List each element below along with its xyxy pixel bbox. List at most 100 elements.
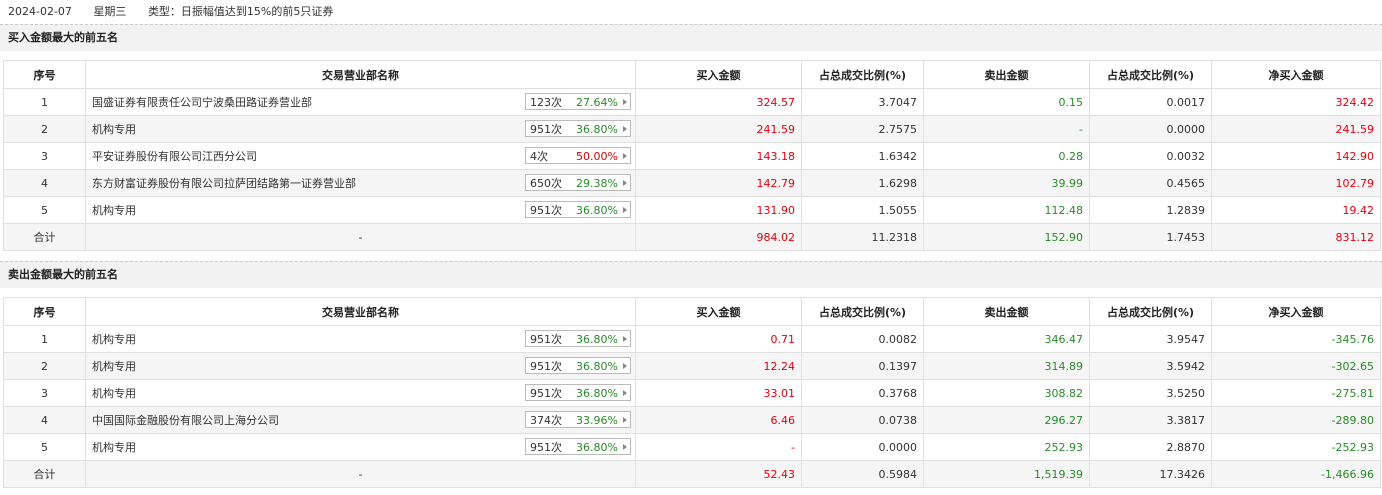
table-row: 4 东方财富证券股份有限公司拉萨团结路第一证券营业部 650次 29.38% 142.7… [3,169,1381,197]
sell-ratio: 3.3817 [1089,406,1212,434]
date-text: 2024-02-07 [8,5,72,18]
buy-amount: 33.01 [635,379,802,407]
sell-ratio: 2.8870 [1089,433,1212,461]
broker-name[interactable]: 机构专用 [92,121,136,137]
column-header-5: 占总成交比例(%) [1089,297,1212,326]
broker-name[interactable]: 机构专用 [92,202,136,218]
broker-stats-badge[interactable]: 951次 36.80% [525,384,631,401]
sell-amount: 296.27 [923,406,1090,434]
row-number: 1 [3,88,86,116]
broker-name[interactable]: 机构专用 [92,358,136,374]
buy-amount: 324.57 [635,88,802,116]
buy-amount: 143.18 [635,142,802,170]
table-row: 3 平安证券股份有限公司江西分公司 4次 50.00% 143.18 1.6342 0.28… [3,142,1381,170]
total-name: - [85,460,636,488]
broker-stats-badge[interactable]: 951次 36.80% [525,330,631,347]
buy-amount: - [635,433,802,461]
sell-amount: 39.99 [923,169,1090,197]
broker-name[interactable]: 国盛证券有限责任公司宁波桑田路证券营业部 [92,94,312,110]
broker-count: 951次 [530,204,562,217]
total-row: 合计 -984.02 11.2318 152.90 1.7453 831.12 [3,223,1381,251]
row-number: 4 [3,169,86,197]
broker-name[interactable]: 机构专用 [92,331,136,347]
broker-stats-badge[interactable]: 951次 36.80% [525,357,631,374]
buy-amount: 0.71 [635,325,802,353]
broker-win-rate: 36.80% [576,333,618,346]
net-amount: -289.80 [1211,406,1381,434]
row-number: 2 [3,115,86,143]
broker-count: 123次 [530,96,562,109]
broker-name-cell: 机构专用 951次 36.80% [85,325,636,353]
arrow-right-icon [623,153,627,159]
row-number: 5 [3,196,86,224]
net-amount: -302.65 [1211,352,1381,380]
total-sell-ratio: 1.7453 [1089,223,1212,251]
total-sell-ratio: 17.3426 [1089,460,1212,488]
broker-stats-badge[interactable]: 650次 29.38% [525,174,631,191]
sell-amount: 0.15 [923,88,1090,116]
buy-table: 序号 交易营业部名称 买入金额 占总成交比例(%) 卖出金额 占总成交比例(%) 净买入金额… [3,60,1381,251]
broker-win-rate: 29.38% [576,177,618,190]
net-amount: -275.81 [1211,379,1381,407]
total-label: 合计 [3,460,86,488]
broker-stats-badge[interactable]: 4次 50.00% [525,147,631,164]
sell-table: 序号 交易营业部名称 买入金额 占总成交比例(%) 卖出金额 占总成交比例(%) 净买入金额… [3,297,1381,488]
broker-stats-badge[interactable]: 951次 36.80% [525,201,631,218]
total-label: 合计 [3,223,86,251]
net-amount: -345.76 [1211,325,1381,353]
table-row: 1 机构专用 951次 36.80% 0.71 0.0082 346.47 3.9547 -34… [3,325,1381,353]
arrow-right-icon [623,390,627,396]
column-header-2: 买入金额 [635,60,802,89]
sell-ratio: 1.2839 [1089,196,1212,224]
arrow-right-icon [623,180,627,186]
sell-amount: 346.47 [923,325,1090,353]
broker-stats-badge[interactable]: 951次 36.80% [525,438,631,455]
net-amount: 241.59 [1211,115,1381,143]
arrow-right-icon [623,444,627,450]
total-buy-ratio: 0.5984 [801,460,924,488]
sell-section-title: 卖出金额最大的前五名 [0,261,1382,288]
broker-count: 951次 [530,123,562,136]
arrow-right-icon [623,207,627,213]
table-header: 序号 交易营业部名称 买入金额 占总成交比例(%) 卖出金额 占总成交比例(%) 净买入金额 [3,60,1381,89]
broker-name[interactable]: 平安证券股份有限公司江西分公司 [92,148,257,164]
broker-name[interactable]: 东方财富证券股份有限公司拉萨团结路第一证券营业部 [92,175,356,191]
column-header-6: 净买入金额 [1211,297,1381,326]
total-sell: 1,519.39 [923,460,1090,488]
sell-amount: 308.82 [923,379,1090,407]
broker-stats-badge[interactable]: 951次 36.80% [525,120,631,137]
type-text: 类型：日振幅值达到15%的前5只证券 [147,5,334,18]
net-amount: 142.90 [1211,142,1381,170]
info-bar: 2024-02-07 星期三 类型：日振幅值达到15%的前5只证券 [0,0,1382,24]
buy-amount: 12.24 [635,352,802,380]
net-amount: 324.42 [1211,88,1381,116]
table-row: 3 机构专用 951次 36.80% 33.01 0.3768 308.82 3.5250 -2… [3,379,1381,407]
broker-name[interactable]: 中国国际金融股份有限公司上海分公司 [92,412,279,428]
table-header: 序号 交易营业部名称 买入金额 占总成交比例(%) 卖出金额 占总成交比例(%) 净买入金额 [3,297,1381,326]
broker-name[interactable]: 机构专用 [92,385,136,401]
net-amount: 102.79 [1211,169,1381,197]
total-buy-ratio: 11.2318 [801,223,924,251]
arrow-right-icon [623,417,627,423]
column-header-4: 卖出金额 [923,297,1090,326]
broker-stats-badge[interactable]: 374次 33.96% [525,411,631,428]
row-number: 1 [3,325,86,353]
broker-count: 951次 [530,387,562,400]
table-row: 5 机构专用 951次 36.80% -0.0000 252.93 2.8870 -252.9… [3,433,1381,461]
broker-name[interactable]: 机构专用 [92,439,136,455]
arrow-right-icon [623,126,627,132]
broker-stats-badge[interactable]: 123次 27.64% [525,93,631,110]
table-row: 4 中国国际金融股份有限公司上海分公司 374次 33.96% 6.46 0.0738 29… [3,406,1381,434]
arrow-right-icon [623,363,627,369]
column-header-1: 交易营业部名称 [85,60,636,89]
broker-count: 951次 [530,333,562,346]
sell-ratio: 3.5942 [1089,352,1212,380]
buy-ratio: 1.5055 [801,196,924,224]
total-name: - [85,223,636,251]
column-header-3: 占总成交比例(%) [801,60,924,89]
sell-amount: 252.93 [923,433,1090,461]
broker-name-cell: 中国国际金融股份有限公司上海分公司 374次 33.96% [85,406,636,434]
buy-ratio: 0.0738 [801,406,924,434]
broker-win-rate: 33.96% [576,414,618,427]
net-amount: 19.42 [1211,196,1381,224]
